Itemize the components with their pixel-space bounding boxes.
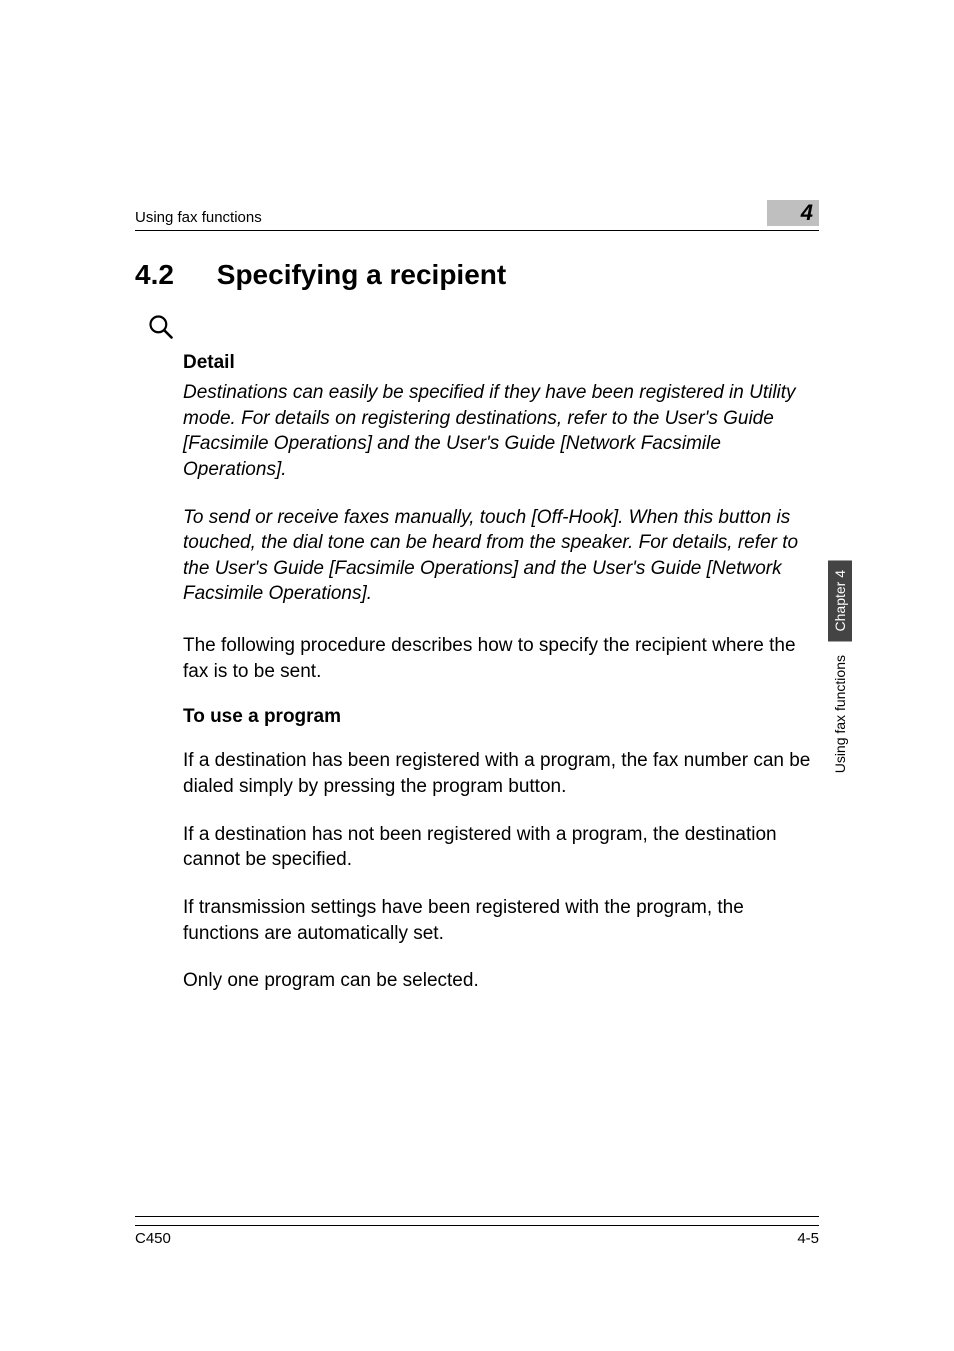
footer-overline	[135, 1216, 819, 1217]
body-paragraph-3: If transmission settings have been regis…	[183, 895, 819, 946]
detail-label: Detail	[183, 352, 819, 374]
side-tabs: Chapter 4 Using fax functions	[828, 560, 852, 780]
detail-block: Detail Destinations can easily be specif…	[183, 313, 819, 607]
section-number: 4.2	[135, 259, 209, 291]
header-row: Using fax functions 4	[135, 200, 819, 231]
body-paragraph-4: Only one program can be selected.	[183, 968, 819, 994]
footer-model: C450	[135, 1230, 171, 1247]
subsection-heading: To use a program	[183, 706, 819, 728]
body-intro: The following procedure describes how to…	[183, 633, 819, 684]
chapter-number: 4	[801, 200, 813, 226]
detail-paragraph-1: Destinations can easily be specified if …	[183, 380, 819, 483]
detail-paragraph-2: To send or receive faxes manually, touch…	[183, 505, 819, 608]
breadcrumb: Using fax functions	[135, 209, 262, 226]
body-paragraph-2: If a destination has not been registered…	[183, 822, 819, 873]
side-tab-section: Using fax functions	[828, 649, 852, 779]
section-heading: 4.2 Specifying a recipient	[135, 259, 819, 291]
footer-page-number: 4-5	[797, 1230, 819, 1247]
chapter-number-box: 4	[767, 200, 819, 226]
side-tab-chapter: Chapter 4	[828, 560, 852, 641]
magnifier-icon	[147, 313, 819, 346]
page-container: Using fax functions 4 4.2 Specifying a r…	[0, 0, 954, 1351]
footer-row: C450 4-5	[135, 1225, 819, 1247]
section-title: Specifying a recipient	[217, 259, 506, 290]
body-paragraph-1: If a destination has been registered wit…	[183, 748, 819, 799]
